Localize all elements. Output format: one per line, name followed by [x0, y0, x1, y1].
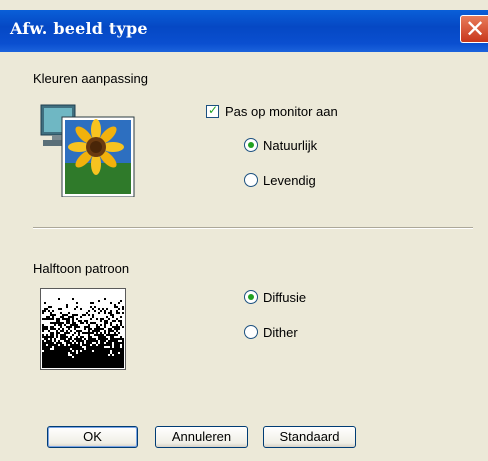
radio-levendig[interactable] — [244, 173, 258, 187]
radio-diffusie-label[interactable]: Diffusie — [263, 290, 306, 305]
radio-dither[interactable] — [244, 325, 258, 339]
halftone-pattern-icon — [40, 288, 126, 370]
dialog-window: Afw. beeld type ✕ Kleuren aanpassing ✓ P… — [0, 0, 488, 461]
checkmark-icon: ✓ — [208, 103, 219, 117]
radio-natuurlijk[interactable] — [244, 138, 258, 152]
color-section-label: Kleuren aanpassing — [33, 71, 148, 86]
radio-selected-dot — [248, 294, 254, 300]
section-divider — [33, 227, 473, 229]
dialog-content: Kleuren aanpassing ✓ Pas op monitor aan … — [0, 52, 488, 461]
monitor-sunflower-icon — [40, 104, 135, 197]
close-icon: ✕ — [465, 15, 486, 43]
ok-button[interactable]: OK — [47, 426, 138, 448]
radio-selected-dot — [248, 142, 254, 148]
window-title: Afw. beeld type — [10, 19, 148, 38]
radio-levendig-label[interactable]: Levendig — [263, 173, 316, 188]
radio-natuurlijk-label[interactable]: Natuurlijk — [263, 138, 317, 153]
fit-monitor-label[interactable]: Pas op monitor aan — [225, 104, 338, 119]
radio-dither-label[interactable]: Dither — [263, 325, 298, 340]
radio-diffusie[interactable] — [244, 290, 258, 304]
title-bar[interactable]: Afw. beeld type ✕ — [0, 10, 488, 52]
halftone-section-label: Halftoon patroon — [33, 261, 130, 276]
close-button[interactable]: ✕ — [460, 15, 488, 43]
cancel-button[interactable]: Annuleren — [155, 426, 248, 448]
standard-button[interactable]: Standaard — [263, 426, 356, 448]
fit-monitor-checkbox[interactable]: ✓ — [206, 103, 219, 118]
